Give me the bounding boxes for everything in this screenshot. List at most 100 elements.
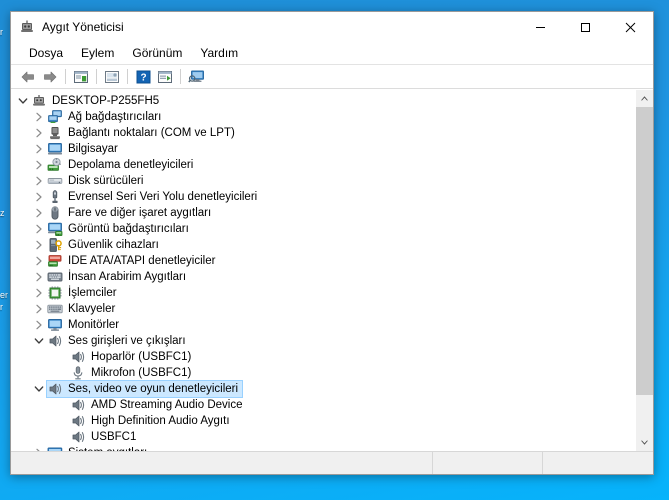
close-button[interactable] bbox=[608, 12, 653, 42]
tree-node-label-box[interactable]: AMD Streaming Audio Device bbox=[70, 397, 246, 413]
tree-node[interactable]: Güvenlik cihazları bbox=[11, 237, 635, 253]
tree-node[interactable]: High Definition Audio Aygıtı bbox=[11, 413, 635, 429]
tree-node-label-box[interactable]: Hoparlör (USBFC1) bbox=[70, 349, 195, 365]
menu-dosya[interactable]: Dosya bbox=[20, 44, 72, 63]
tree-node-label-box[interactable]: Bağlantı noktaları (COM ve LPT) bbox=[47, 125, 239, 141]
chevron-down-icon bbox=[18, 98, 28, 104]
tree-node-label-box[interactable]: Monitörler bbox=[47, 317, 123, 333]
chevron-right-icon bbox=[36, 144, 42, 154]
tree-node-label-box[interactable]: Depolama denetleyicileri bbox=[47, 157, 197, 173]
properties-button[interactable] bbox=[70, 67, 92, 87]
tree-node[interactable]: Ses, video ve oyun denetleyicileri bbox=[11, 380, 635, 398]
tree-node-label-box[interactable]: Evrensel Seri Veri Yolu denetleyicileri bbox=[47, 189, 261, 205]
expand-toggle-collapsed[interactable] bbox=[31, 109, 47, 125]
tree-node-label-box[interactable]: Bilgisayar bbox=[47, 141, 122, 157]
tree-node-label-box[interactable]: Ağ bağdaştırıcıları bbox=[47, 109, 165, 125]
minimize-button[interactable] bbox=[518, 12, 563, 42]
tree-node[interactable]: AMD Streaming Audio Device bbox=[11, 397, 635, 413]
forward-button[interactable] bbox=[39, 67, 61, 87]
scroll-up-button[interactable] bbox=[636, 90, 653, 107]
chevron-right-icon bbox=[36, 128, 42, 138]
expand-toggle-expanded[interactable] bbox=[31, 333, 47, 349]
maximize-button[interactable] bbox=[563, 12, 608, 42]
content-area: DESKTOP-P255FH5 Ağ bağdaştırıcıları Bağl… bbox=[11, 89, 653, 451]
tree-node[interactable]: Ağ bağdaştırıcıları bbox=[11, 109, 635, 125]
expand-toggle-expanded[interactable] bbox=[15, 93, 31, 109]
desktop-icon-label-fragment: r bbox=[0, 27, 3, 37]
tree-node-label: Evrensel Seri Veri Yolu denetleyicileri bbox=[68, 191, 258, 203]
tree-node-label-box[interactable]: Sistem aygıtları bbox=[47, 445, 151, 451]
expand-toggle-collapsed[interactable] bbox=[31, 317, 47, 333]
tree-node-label-box[interactable]: Güvenlik cihazları bbox=[47, 237, 163, 253]
audio-io-icon bbox=[47, 333, 63, 349]
scroll-thumb[interactable] bbox=[636, 107, 653, 395]
scroll-track[interactable] bbox=[636, 107, 653, 434]
tree-node-label-box[interactable]: Mikrofon (USBFC1) bbox=[70, 365, 195, 381]
expand-toggle-collapsed[interactable] bbox=[31, 205, 47, 221]
tree-node[interactable]: İnsan Arabirim Aygıtları bbox=[11, 269, 635, 285]
expand-toggle-collapsed[interactable] bbox=[31, 189, 47, 205]
menu-eylem[interactable]: Eylem bbox=[72, 44, 123, 63]
monitor-device-icon bbox=[47, 317, 63, 333]
tree-node-label-box[interactable]: İşlemciler bbox=[47, 285, 121, 301]
tree-node-label-box[interactable]: Fare ve diğer işaret aygıtları bbox=[47, 205, 215, 221]
tree-node[interactable]: Bağlantı noktaları (COM ve LPT) bbox=[11, 125, 635, 141]
tree-node[interactable]: Hoparlör (USBFC1) bbox=[11, 349, 635, 365]
tree-node-label-box[interactable]: Görüntü bağdaştırıcıları bbox=[47, 221, 193, 237]
tree-node-label-box[interactable]: USBFC1 bbox=[70, 429, 140, 445]
tree-node[interactable]: Mikrofon (USBFC1) bbox=[11, 365, 635, 381]
tree-node[interactable]: USBFC1 bbox=[11, 429, 635, 445]
tree-root-node[interactable]: DESKTOP-P255FH5 bbox=[11, 93, 635, 109]
menu-yardim[interactable]: Yardım bbox=[191, 44, 247, 63]
expand-toggle-collapsed[interactable] bbox=[31, 237, 47, 253]
status-pane-2 bbox=[433, 452, 543, 474]
tree-node-label-box[interactable]: Klavyeler bbox=[47, 301, 119, 317]
tree-node[interactable]: Görüntü bağdaştırıcıları bbox=[11, 221, 635, 237]
tree-node[interactable]: Klavyeler bbox=[11, 301, 635, 317]
tree-node-label: Ses girişleri ve çıkışları bbox=[68, 335, 186, 347]
tree-node-label-box[interactable]: High Definition Audio Aygıtı bbox=[70, 413, 234, 429]
tree-node-label-box[interactable]: Disk sürücüleri bbox=[47, 173, 147, 189]
expand-toggle-none bbox=[54, 429, 70, 445]
expand-toggle-collapsed[interactable] bbox=[31, 157, 47, 173]
device-tree-pane[interactable]: DESKTOP-P255FH5 Ağ bağdaştırıcıları Bağl… bbox=[11, 90, 635, 451]
tree-node-label: Görüntü bağdaştırıcıları bbox=[68, 223, 189, 235]
tree-node-label: Mikrofon (USBFC1) bbox=[91, 367, 192, 379]
menu-gorunum[interactable]: Görünüm bbox=[123, 44, 191, 63]
expand-toggle-collapsed[interactable] bbox=[31, 125, 47, 141]
expand-toggle-collapsed[interactable] bbox=[31, 141, 47, 157]
expand-toggle-collapsed[interactable] bbox=[31, 269, 47, 285]
expand-toggle-collapsed[interactable] bbox=[31, 221, 47, 237]
tree-node-label-box[interactable]: Ses girişleri ve çıkışları bbox=[47, 333, 190, 349]
chevron-down-icon bbox=[34, 386, 44, 392]
tree-node-label-box[interactable]: Ses, video ve oyun denetleyicileri bbox=[45, 380, 244, 398]
vertical-scrollbar[interactable] bbox=[635, 90, 653, 451]
tree-node[interactable]: IDE ATA/ATAPI denetleyiciler bbox=[11, 253, 635, 269]
tree-node[interactable]: Sistem aygıtları bbox=[11, 445, 635, 451]
update-driver-button[interactable] bbox=[101, 67, 123, 87]
properties-icon bbox=[74, 70, 88, 83]
tree-node[interactable]: Ses girişleri ve çıkışları bbox=[11, 333, 635, 349]
expand-toggle-collapsed[interactable] bbox=[31, 285, 47, 301]
tree-node[interactable]: Bilgisayar bbox=[11, 141, 635, 157]
tree-node-label-box[interactable]: İnsan Arabirim Aygıtları bbox=[47, 269, 190, 285]
expand-toggle-expanded[interactable] bbox=[31, 381, 47, 397]
tree-node[interactable]: Disk sürücüleri bbox=[11, 173, 635, 189]
show-hidden-devices-button[interactable] bbox=[185, 67, 207, 87]
tree-node-label-box[interactable]: IDE ATA/ATAPI denetleyiciler bbox=[47, 253, 219, 269]
expand-toggle-collapsed[interactable] bbox=[31, 173, 47, 189]
expand-toggle-collapsed[interactable] bbox=[31, 301, 47, 317]
tree-node[interactable]: Depolama denetleyicileri bbox=[11, 157, 635, 173]
tree-node[interactable]: Monitörler bbox=[11, 317, 635, 333]
tree-node-label-box[interactable]: DESKTOP-P255FH5 bbox=[31, 93, 163, 109]
help-button[interactable]: ? bbox=[132, 67, 154, 87]
scroll-down-button[interactable] bbox=[636, 434, 653, 451]
tree-node[interactable]: Fare ve diğer işaret aygıtları bbox=[11, 205, 635, 221]
expand-toggle-collapsed[interactable] bbox=[31, 445, 47, 451]
tree-node[interactable]: İşlemciler bbox=[11, 285, 635, 301]
tree-node[interactable]: Evrensel Seri Veri Yolu denetleyicileri bbox=[11, 189, 635, 205]
title-bar[interactable]: Aygıt Yöneticisi bbox=[11, 12, 653, 42]
back-button[interactable] bbox=[17, 67, 39, 87]
expand-toggle-collapsed[interactable] bbox=[31, 253, 47, 269]
scan-hardware-button[interactable] bbox=[154, 67, 176, 87]
